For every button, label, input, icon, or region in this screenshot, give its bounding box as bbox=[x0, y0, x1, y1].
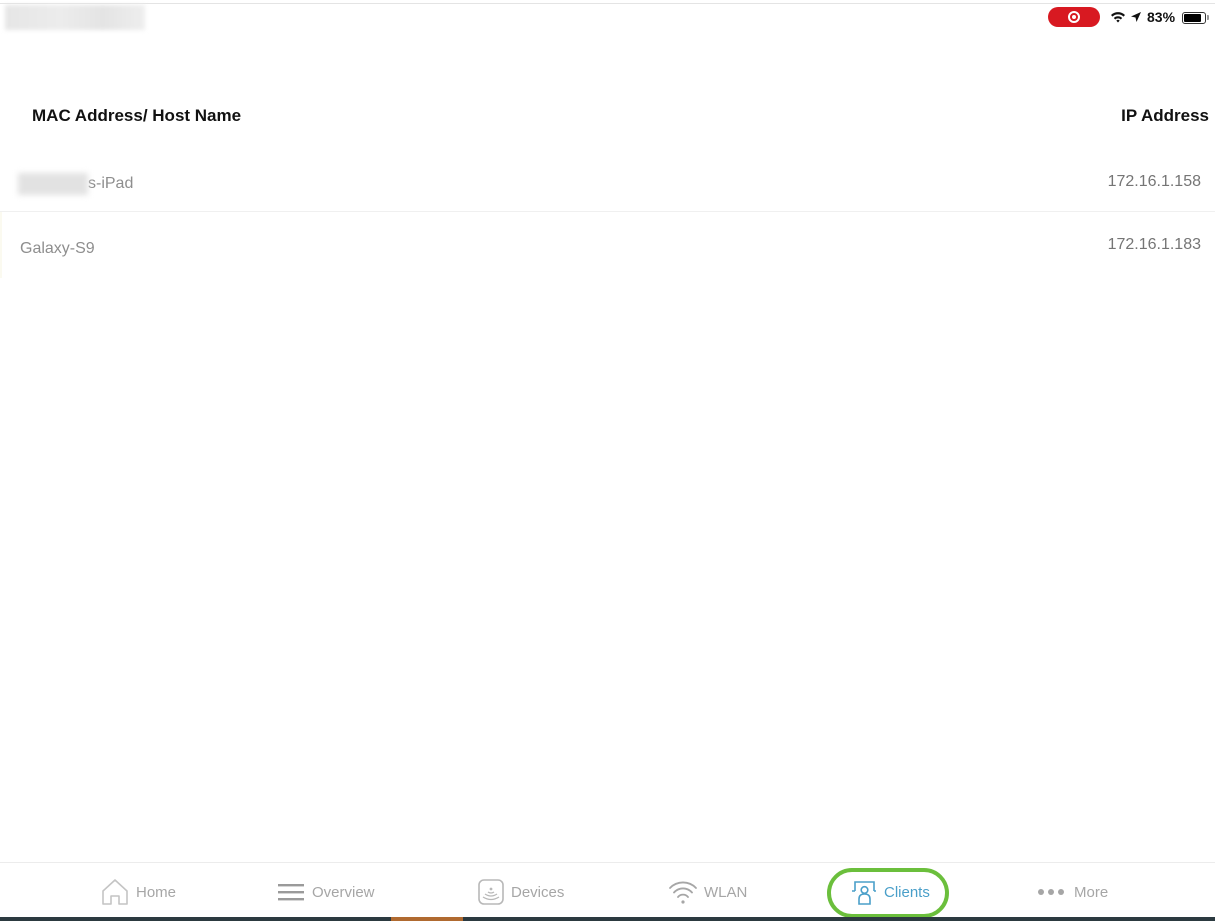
tab-clients[interactable]: Clients bbox=[850, 877, 930, 907]
tab-label: More bbox=[1074, 883, 1109, 901]
record-icon bbox=[1068, 11, 1080, 23]
system-bottom-bar bbox=[0, 917, 1215, 921]
battery-level bbox=[1184, 14, 1201, 22]
status-bar: 83% bbox=[0, 4, 1215, 30]
battery-tip bbox=[1207, 15, 1209, 20]
battery-icon bbox=[1182, 12, 1206, 24]
client-ip-address: 172.16.1.183 bbox=[1107, 236, 1201, 253]
header-ip-address: IP Address bbox=[1121, 106, 1209, 125]
tab-wlan[interactable]: WLAN bbox=[668, 877, 747, 907]
wifi-icon bbox=[1111, 12, 1125, 23]
client-row[interactable]: s-iPad 172.16.1.158 bbox=[0, 146, 1215, 212]
client-ip-address: 172.16.1.158 bbox=[1107, 173, 1201, 190]
host-suffix: s-iPad bbox=[88, 175, 134, 193]
battery-percent: 83% bbox=[1147, 9, 1176, 25]
tab-devices[interactable]: Devices bbox=[477, 877, 564, 907]
devices-icon bbox=[477, 878, 505, 906]
client-row[interactable]: Galaxy-S9 172.16.1.183 bbox=[0, 212, 1215, 278]
tab-more[interactable]: More bbox=[1036, 877, 1108, 907]
tab-label: Devices bbox=[511, 883, 565, 901]
tab-overview[interactable]: Overview bbox=[278, 877, 375, 907]
tab-label: Overview bbox=[312, 883, 375, 901]
system-bottom-accent bbox=[391, 917, 463, 921]
bottom-tab-bar: Home Overview Devices WLAN Clients More bbox=[0, 862, 1215, 918]
tab-label: Clients bbox=[884, 883, 930, 901]
clients-icon bbox=[850, 878, 878, 906]
more-dots-icon bbox=[1036, 887, 1068, 897]
redacted-title bbox=[5, 5, 145, 30]
client-host-name: s-iPad bbox=[18, 173, 133, 195]
redacted-host-prefix bbox=[18, 173, 88, 195]
location-arrow-icon bbox=[1131, 12, 1141, 22]
screen-recording-indicator[interactable] bbox=[1048, 7, 1100, 27]
client-host-name: Galaxy-S9 bbox=[20, 240, 95, 257]
home-icon bbox=[100, 877, 130, 907]
tab-label: Home bbox=[136, 883, 177, 901]
wifi-icon bbox=[668, 879, 698, 905]
menu-lines-icon bbox=[278, 882, 306, 902]
tab-label: WLAN bbox=[704, 883, 748, 901]
tab-home[interactable]: Home bbox=[100, 877, 176, 907]
header-host-name: MAC Address/ Host Name bbox=[32, 106, 242, 125]
clients-screen: 83% MAC Address/ Host Name IP Address s-… bbox=[0, 0, 1215, 921]
